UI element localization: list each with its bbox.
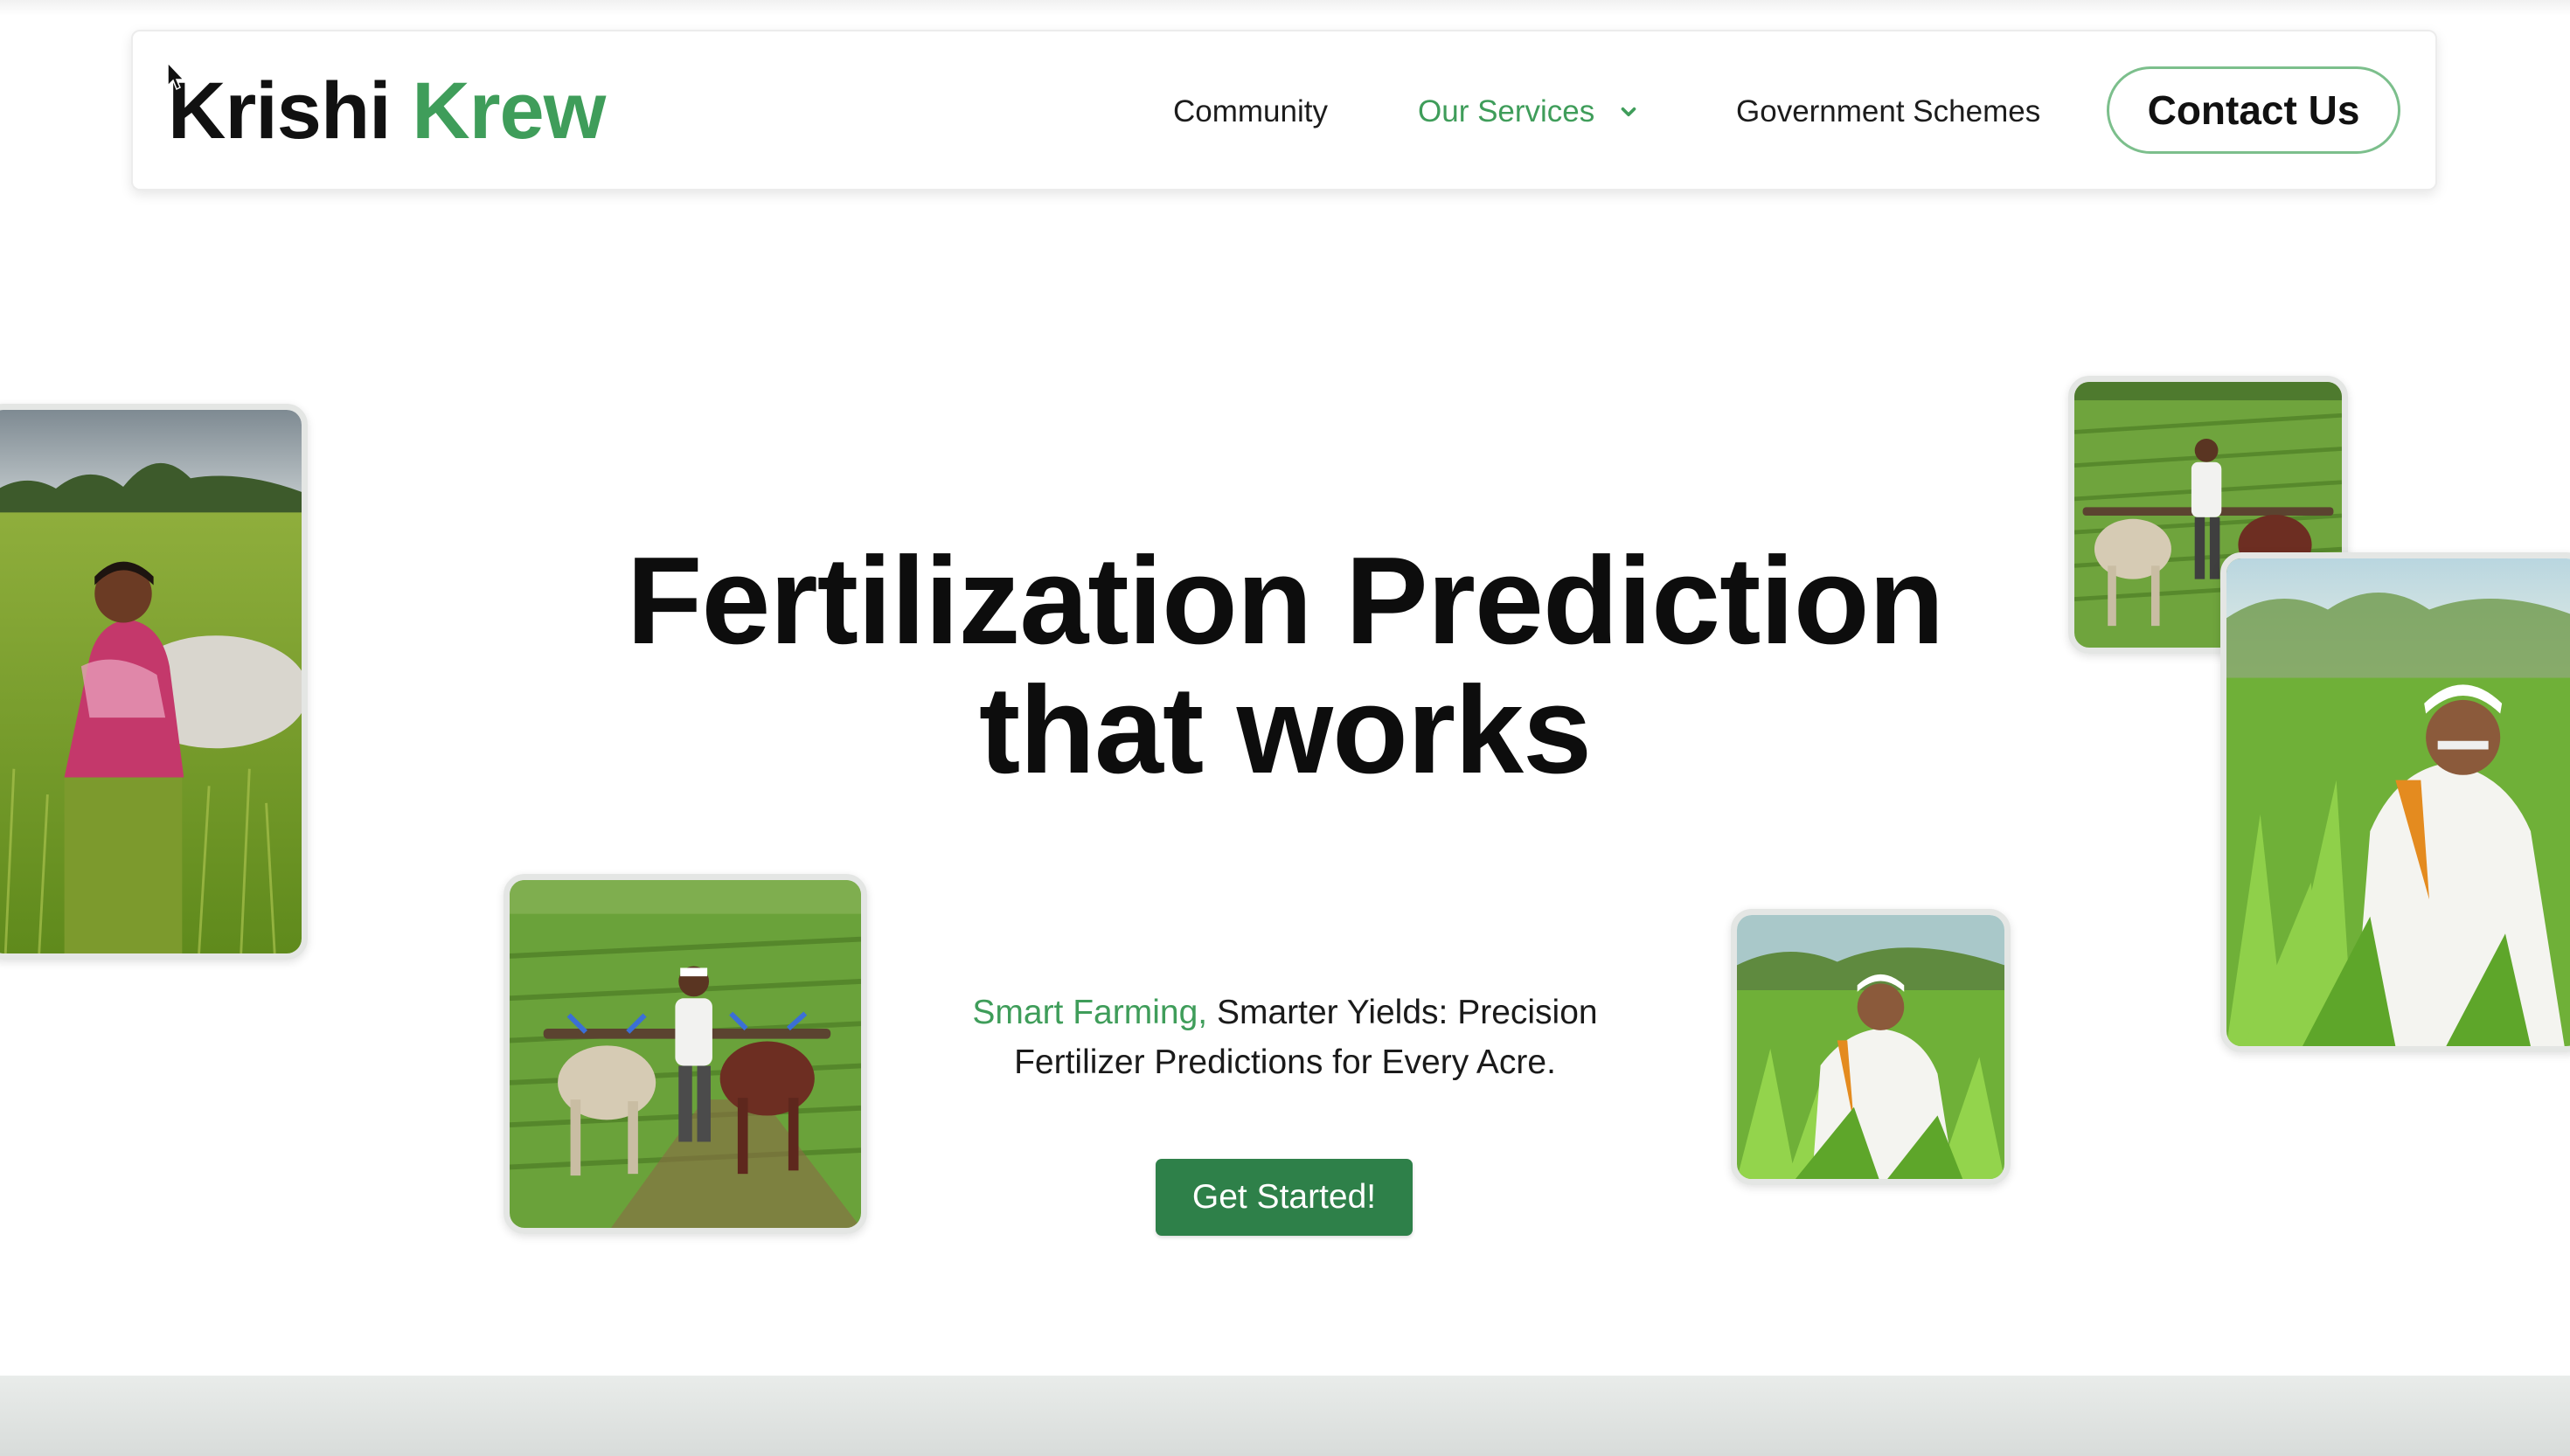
hero-subtitle-accent: Smart Farming, (972, 994, 1208, 1031)
hero-subtitle-rest: Smarter Yields: Precision (1216, 994, 1598, 1031)
contact-us-button[interactable]: Contact Us (2107, 66, 2400, 154)
nav-link-government-schemes[interactable]: Government Schemes (1736, 93, 2040, 131)
hero-title-line-2: that works (978, 661, 1592, 800)
photo-farmer-portrait-in-field (1731, 909, 2011, 1185)
logo-text-krishi: Krishi (168, 66, 392, 156)
nav-dropdown-our-services[interactable]: Our Services (1418, 93, 1640, 131)
hero-title-line-1: Fertilization Prediction (626, 531, 1945, 670)
photo-farmer-ploughing-with-oxen (504, 874, 867, 1234)
hero-subtitle-line-2: Fertilizer Predictions for Every Acre. (1014, 1043, 1556, 1081)
hero-title: Fertilization Prediction that works (411, 537, 2159, 795)
chevron-down-icon (1621, 107, 1636, 117)
navbar: Krishi Krew Community Our Services Gover… (131, 30, 2437, 191)
browser-top-strip (0, 0, 2570, 16)
brand-logo[interactable]: Krishi Krew (168, 63, 606, 159)
hero-subtitle: Smart Farming, Smarter Yields: Precision… (848, 988, 1722, 1087)
mouse-cursor-icon (167, 61, 185, 91)
bottom-section-band (0, 1376, 2570, 1456)
get-started-button[interactable]: Get Started! (1156, 1159, 1413, 1236)
nav-services-label: Our Services (1418, 94, 1595, 128)
nav-link-community[interactable]: Community (1173, 93, 1328, 131)
photo-farmer-in-turmeric-field (2220, 552, 2570, 1052)
logo-text-krew: Krew (412, 66, 606, 156)
photo-woman-in-paddy-field (0, 404, 308, 960)
